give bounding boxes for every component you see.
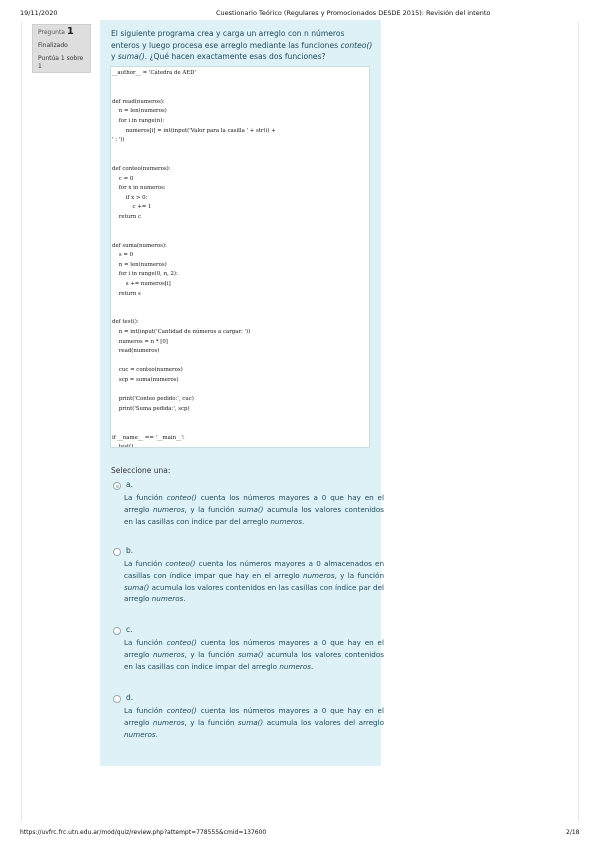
code-line: return s	[112, 290, 141, 297]
code-line: n = len(numeros)	[112, 108, 167, 115]
code-line: if x > 0:	[112, 194, 148, 201]
code-line: cuc = conteo(numeros)	[112, 367, 183, 374]
option-c-letter: c.	[126, 625, 133, 634]
select-label: Seleccione una:	[111, 466, 171, 475]
option-c-radio[interactable]	[113, 627, 121, 635]
option-b-radio[interactable]	[113, 548, 121, 556]
code-line: def suma(numeros):	[112, 242, 167, 249]
code-line: for i in range(n):	[112, 117, 165, 124]
option-a-text: La función conteo() cuenta los números m…	[124, 493, 384, 526]
option-d-radio[interactable]	[113, 695, 121, 703]
code-line: if __name__ == '__main__':	[112, 434, 185, 441]
question-status: Finalizado	[38, 42, 68, 49]
code-line: def test():	[112, 319, 139, 326]
left-border-line	[21, 22, 22, 822]
option-d-letter: d.	[126, 693, 134, 702]
code-line: n = len(numeros)	[112, 261, 167, 268]
option-a-radio[interactable]	[113, 482, 121, 490]
question-text: El siguiente programa crea y carga un ar…	[111, 29, 373, 61]
question-score: Puntúa 1 sobre 1	[38, 55, 84, 70]
code-line: numeros[i] = int(input('Valor para la ca…	[112, 127, 276, 134]
option-c-text: La función conteo() cuenta los números m…	[124, 638, 384, 671]
print-date: 19/11/2020	[20, 9, 58, 17]
page-title: Cuestionario Teórico (Regulares y Promoc…	[216, 9, 491, 17]
code-line: __author__ = 'Cátedra de AED'	[112, 70, 196, 76]
code-line: read(numeros)	[112, 348, 160, 355]
code-line: test()	[112, 444, 134, 448]
code-line: scp = suma(numeros)	[112, 377, 179, 383]
footer-page-number: 2/18	[566, 829, 580, 836]
code-line: ' : '))	[112, 137, 125, 144]
code-line: s = 0	[112, 252, 133, 259]
code-block: __author__ = 'Cátedra de AED' def read(n…	[110, 66, 370, 448]
right-border-line	[578, 22, 579, 822]
code-line: for i in range(0, n, 2):	[112, 271, 178, 278]
code-line: n = int(input('Cantidad de números a car…	[112, 329, 251, 336]
code-line: def read(numeros):	[112, 98, 165, 105]
option-d-text: La función conteo() cuenta los números m…	[124, 706, 385, 739]
code-line: c += 1	[112, 204, 152, 211]
code-line: for x in numeros:	[112, 185, 166, 192]
question-number: 1	[66, 26, 74, 37]
code-line: c = 0	[112, 175, 134, 182]
option-a-letter: a.	[126, 480, 133, 489]
code-line: s += numeros[i]	[112, 281, 171, 288]
question-panel: El siguiente programa crea y carga un ar…	[100, 20, 385, 766]
code-line: numeros = n * [0]	[112, 338, 168, 345]
question-info-box: Pregunta 1 Finalizado Puntúa 1 sobre 1	[32, 24, 91, 73]
option-b-text: La función conteo() cuenta los números m…	[124, 559, 385, 604]
question-label: Pregunta	[38, 29, 65, 36]
code-line: print('Conteo pedido:', cuc)	[112, 396, 194, 403]
footer-url: https://uvfrc.frc.utn.edu.ar/mod/quiz/re…	[20, 829, 267, 836]
code-line: def conteo(numeros):	[112, 165, 171, 172]
code-line: print('Suma pedida:', scp)	[112, 405, 190, 412]
code-line: return c	[112, 213, 142, 220]
option-b-letter: b.	[126, 546, 134, 555]
